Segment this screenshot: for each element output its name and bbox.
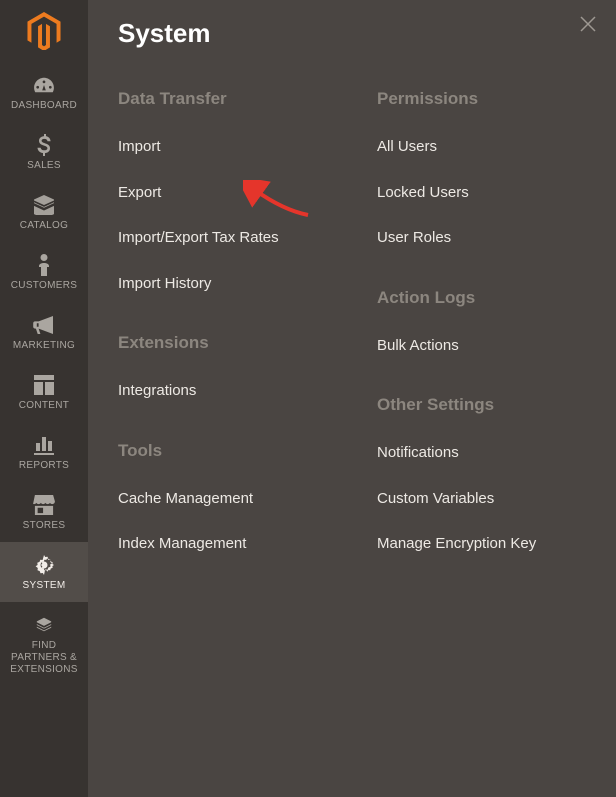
nav-system[interactable]: SYSTEM [0,542,88,602]
section-action-logs: Action Logs Bulk Actions [377,288,586,356]
section-permissions: Permissions All Users Locked Users User … [377,89,586,248]
catalog-icon [33,194,55,216]
nav-catalog[interactable]: CATALOG [0,182,88,242]
section-title: Permissions [377,89,586,109]
link-cache-management[interactable]: Cache Management [118,489,327,509]
nav-label: MARKETING [13,340,75,352]
nav-label: FIND PARTNERS & EXTENSIONS [4,640,84,676]
marketing-icon [33,314,55,336]
dashboard-icon [33,74,55,96]
section-data-transfer: Data Transfer Import Export Import/Expor… [118,89,327,293]
customers-icon [37,254,51,276]
nav-dashboard[interactable]: DASHBOARD [0,62,88,122]
section-other-settings: Other Settings Notifications Custom Vari… [377,395,586,554]
flyout-right-column: Permissions All Users Locked Users User … [377,89,586,594]
nav-customers[interactable]: CUSTOMERS [0,242,88,302]
link-custom-variables[interactable]: Custom Variables [377,489,586,509]
nav-label: SALES [27,160,61,172]
flyout-left-column: Data Transfer Import Export Import/Expor… [118,89,327,594]
close-icon [578,14,598,34]
nav-label: STORES [23,520,66,532]
link-integrations[interactable]: Integrations [118,381,327,401]
link-locked-users[interactable]: Locked Users [377,183,586,203]
nav-stores[interactable]: STORES [0,482,88,542]
section-tools: Tools Cache Management Index Management [118,441,327,554]
section-title: Action Logs [377,288,586,308]
link-import[interactable]: Import [118,137,327,157]
link-manage-encryption-key[interactable]: Manage Encryption Key [377,534,586,554]
flyout-title: System [118,18,586,49]
nav-label: SYSTEM [23,580,66,592]
nav-label: REPORTS [19,460,69,472]
link-notifications[interactable]: Notifications [377,443,586,463]
magento-logo[interactable] [0,0,88,62]
section-title: Extensions [118,333,327,353]
nav-content[interactable]: CONTENT [0,362,88,422]
content-icon [34,374,54,396]
link-index-management[interactable]: Index Management [118,534,327,554]
section-title: Other Settings [377,395,586,415]
flyout-columns: Data Transfer Import Export Import/Expor… [118,89,586,594]
nav-partners[interactable]: FIND PARTNERS & EXTENSIONS [0,602,88,686]
nav-label: CUSTOMERS [11,280,77,292]
sales-icon [37,134,51,156]
link-bulk-actions[interactable]: Bulk Actions [377,336,586,356]
system-flyout: System Data Transfer Import Export Impor… [88,0,616,797]
nav-reports[interactable]: REPORTS [0,422,88,482]
nav-label: CATALOG [20,220,68,232]
admin-sidebar: DASHBOARD SALES CATALOG CUSTOMERS MARKET… [0,0,88,797]
nav-label: DASHBOARD [11,100,77,112]
close-button[interactable] [578,14,598,39]
link-user-roles[interactable]: User Roles [377,228,586,248]
nav-marketing[interactable]: MARKETING [0,302,88,362]
magento-logo-icon [27,12,61,50]
link-export[interactable]: Export [118,183,327,203]
stores-icon [33,494,55,516]
link-import-history[interactable]: Import History [118,274,327,294]
link-import-export-tax-rates[interactable]: Import/Export Tax Rates [118,228,327,248]
reports-icon [34,434,54,456]
link-all-users[interactable]: All Users [377,137,586,157]
section-extensions: Extensions Integrations [118,333,327,401]
section-title: Data Transfer [118,89,327,109]
nav-sales[interactable]: SALES [0,122,88,182]
section-title: Tools [118,441,327,461]
system-icon [34,554,54,576]
partners-icon [33,614,55,636]
nav-label: CONTENT [19,400,69,412]
